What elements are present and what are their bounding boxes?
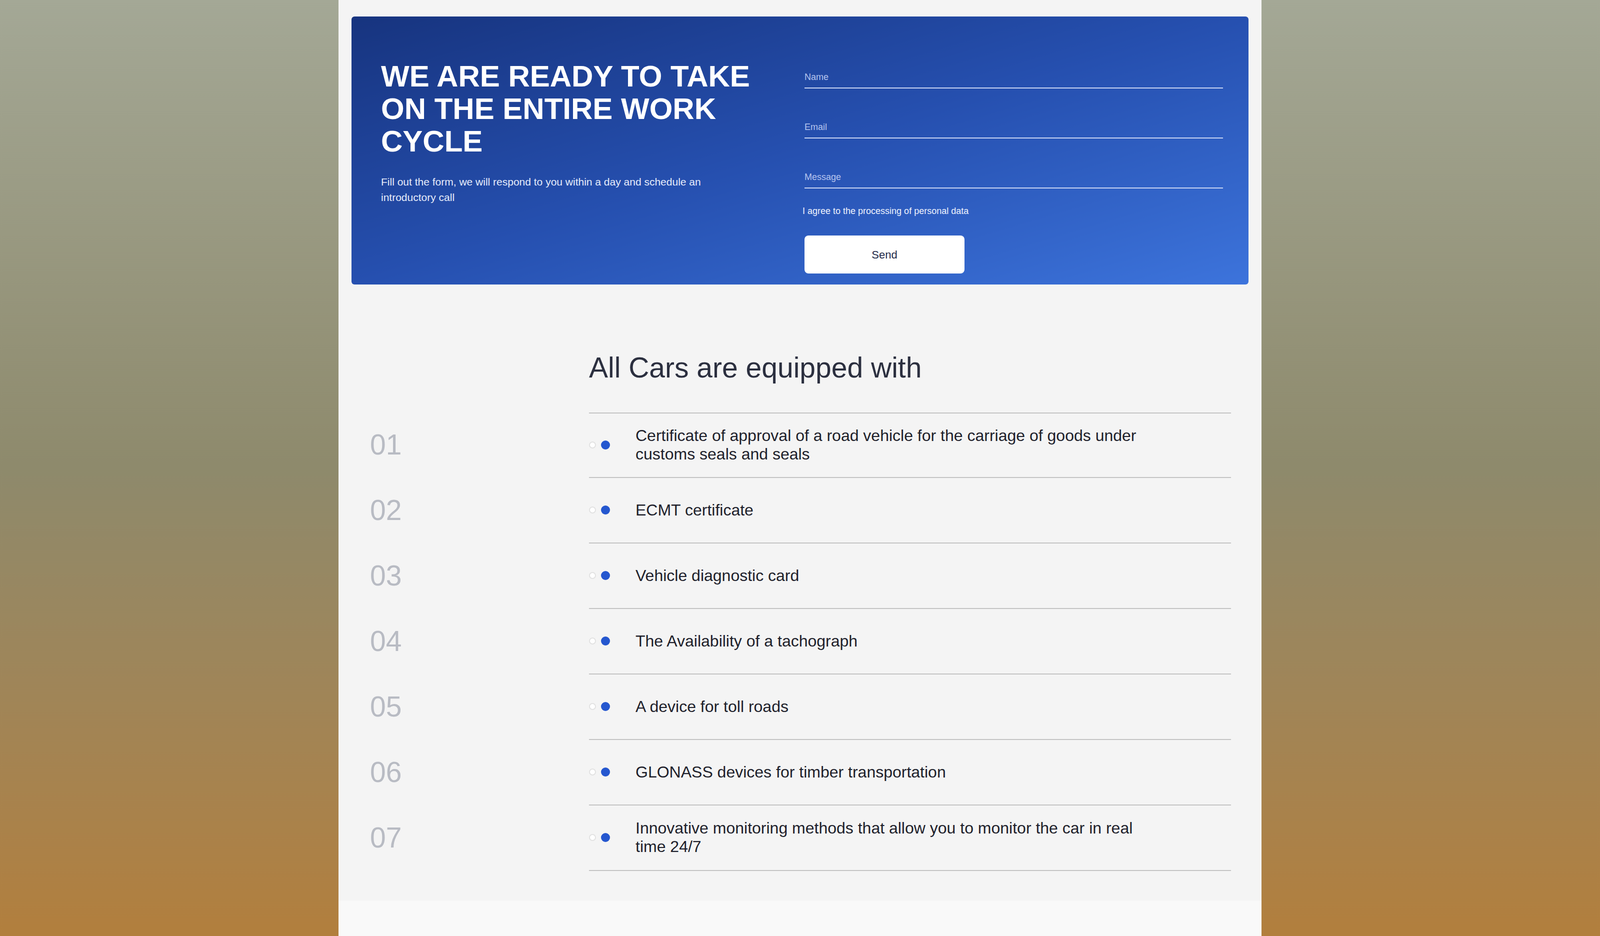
row-number: 05 <box>338 674 589 740</box>
row-text: Certificate of approval of a road vehicl… <box>635 420 1141 470</box>
bottom-band <box>338 900 1262 936</box>
row-number: 01 <box>338 412 589 478</box>
row-text: The Availability of a tachograph <box>635 626 858 657</box>
bullet-icon <box>589 571 636 580</box>
contact-form: NameEmailMessage I agree to the processin… <box>804 16 1223 274</box>
contact-card: WE ARE READY TO TAKE ON THE ENTIRE WORK … <box>351 16 1249 285</box>
equipment-list: 01 Certificate of approval of a road vehi… <box>338 412 1262 871</box>
equipment-row: 07 Innovative monitoring methods that all… <box>338 805 1262 871</box>
consent-label[interactable]: I agree to the processing of personal da… <box>802 205 1223 217</box>
content-column: WE ARE READY TO TAKE ON THE ENTIRE WORK … <box>338 0 1262 936</box>
row-number: 03 <box>338 543 589 609</box>
bullet-icon <box>589 440 636 450</box>
bullet-icon <box>589 767 636 777</box>
row-number: 07 <box>338 805 589 871</box>
contact-subtitle: Fill out the form, we will respond to yo… <box>381 174 741 205</box>
bullet-icon <box>589 702 636 711</box>
form-field[interactable]: Message <box>804 138 1223 189</box>
bullet-icon <box>589 833 636 842</box>
equipment-row: 02 ECMT certificate <box>338 478 1262 544</box>
row-text: A device for toll roads <box>635 691 789 722</box>
equipment-row: 05 A device for toll roads <box>338 674 1262 740</box>
equipment-row: 04 The Availability of a tachograph <box>338 609 1262 675</box>
equipment-row: 06 GLONASS devices for timber transportat… <box>338 740 1262 806</box>
row-number: 02 <box>338 478 589 544</box>
bullet-icon <box>589 636 636 646</box>
row-text: Innovative monitoring methods that allow… <box>635 813 1141 862</box>
row-text: ECMT certificate <box>635 495 754 526</box>
row-text: GLONASS devices for timber transportatio… <box>635 757 946 788</box>
bullet-icon <box>589 505 636 515</box>
equipment-title: All Cars are equipped with <box>589 352 922 384</box>
page: WE ARE READY TO TAKE ON THE ENTIRE WORK … <box>0 0 1600 936</box>
equipment-row: 01 Certificate of approval of a road vehi… <box>338 412 1262 478</box>
contact-title: WE ARE READY TO TAKE ON THE ENTIRE WORK … <box>381 60 771 158</box>
row-text: Vehicle diagnostic card <box>635 560 799 591</box>
form-field[interactable]: Name <box>804 38 1223 89</box>
equipment-row: 03 Vehicle diagnostic card <box>338 543 1262 609</box>
form-field[interactable]: Email <box>804 88 1223 139</box>
row-number: 04 <box>338 609 589 675</box>
contact-intro: WE ARE READY TO TAKE ON THE ENTIRE WORK … <box>381 16 781 274</box>
send-button[interactable]: Send <box>804 235 965 274</box>
row-number: 06 <box>338 740 589 806</box>
equipment-section: All Cars are equipped with01 Certificate … <box>338 284 1262 901</box>
